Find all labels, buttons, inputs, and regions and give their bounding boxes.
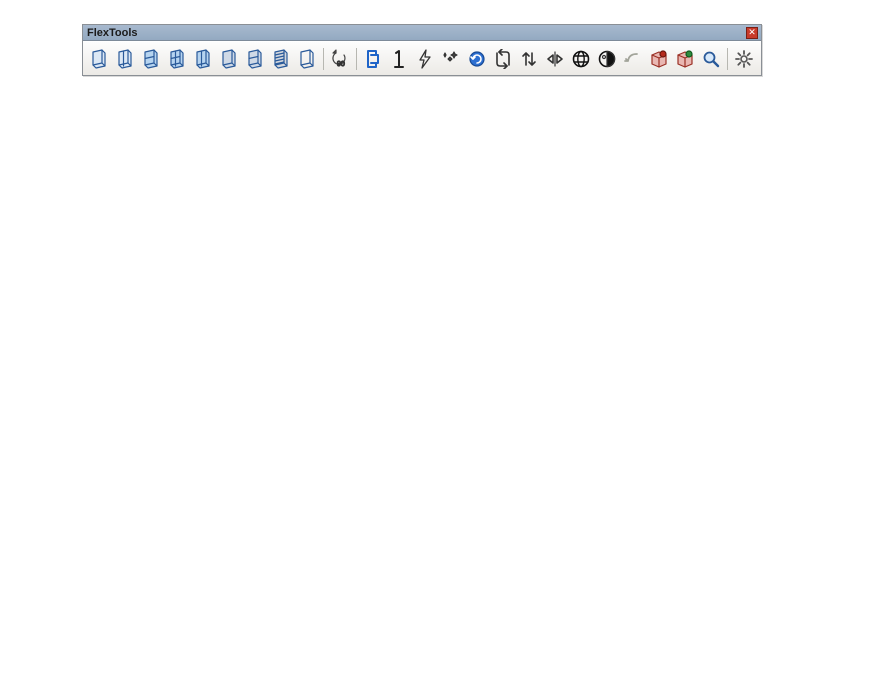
titlebar[interactable]: FlexTools ✕ xyxy=(83,25,761,41)
toolbar-separator xyxy=(323,48,324,70)
wall-cutter-tool[interactable] xyxy=(361,46,385,72)
spark-icon xyxy=(441,49,461,69)
instance-one-tool[interactable] xyxy=(387,46,411,72)
window-a-icon xyxy=(141,49,161,69)
close-button[interactable]: ✕ xyxy=(746,27,758,39)
slats-icon xyxy=(271,49,291,69)
toolbar-separator xyxy=(727,48,728,70)
window-c-icon xyxy=(193,49,213,69)
cut-c-icon xyxy=(363,49,383,69)
zap-tool[interactable] xyxy=(413,46,437,72)
frame-icon xyxy=(297,49,317,69)
search-icon xyxy=(701,49,721,69)
door-b-icon xyxy=(115,49,135,69)
flexwindow-tool[interactable] xyxy=(139,46,163,72)
rotate-90-tool[interactable]: 90 xyxy=(328,46,352,72)
swap-icon xyxy=(493,49,513,69)
component-a-tool[interactable] xyxy=(647,46,671,72)
one-icon xyxy=(389,49,409,69)
panel-a-icon xyxy=(219,49,239,69)
bolt-icon xyxy=(415,49,435,69)
door-a-icon xyxy=(89,49,109,69)
flexsash-tool[interactable] xyxy=(243,46,267,72)
undo-icon xyxy=(623,49,643,69)
flexframe-tool[interactable] xyxy=(295,46,319,72)
globe-tool[interactable] xyxy=(569,46,593,72)
rot90-icon: 90 xyxy=(330,49,350,69)
flexdoor-double-tool[interactable] xyxy=(113,46,137,72)
flip-horizontal-tool[interactable] xyxy=(543,46,567,72)
sparkle-tool[interactable] xyxy=(439,46,463,72)
toolbar: 90 xyxy=(83,41,761,75)
panel-b-icon xyxy=(245,49,265,69)
search-tool[interactable] xyxy=(699,46,723,72)
flextools-panel: FlexTools ✕ 90 xyxy=(82,24,762,76)
box-g-icon xyxy=(675,49,695,69)
ref-d-icon xyxy=(467,49,487,69)
contrast-icon xyxy=(597,49,617,69)
box-r-icon xyxy=(649,49,669,69)
ud-arrows-icon xyxy=(519,49,539,69)
globe-icon xyxy=(571,49,591,69)
svg-text:90: 90 xyxy=(337,61,345,68)
flexpanel-tool[interactable] xyxy=(217,46,241,72)
flexsliding-tool[interactable] xyxy=(191,46,215,72)
flip-vertical-tool[interactable] xyxy=(517,46,541,72)
flexdoor-tool[interactable] xyxy=(87,46,111,72)
component-b-tool[interactable] xyxy=(673,46,697,72)
close-icon: ✕ xyxy=(748,28,756,37)
refresh-dynamic-tool[interactable] xyxy=(465,46,489,72)
undo-tool[interactable] xyxy=(621,46,645,72)
toolbar-separator xyxy=(356,48,357,70)
gear-icon xyxy=(734,49,754,69)
flexslats-tool[interactable] xyxy=(269,46,293,72)
settings-tool[interactable] xyxy=(732,46,756,72)
swap-tool[interactable] xyxy=(491,46,515,72)
contrast-tool[interactable] xyxy=(595,46,619,72)
flexwindow-grid-tool[interactable] xyxy=(165,46,189,72)
panel-title: FlexTools xyxy=(87,25,138,41)
window-b-icon xyxy=(167,49,187,69)
lr-arrows-icon xyxy=(545,49,565,69)
